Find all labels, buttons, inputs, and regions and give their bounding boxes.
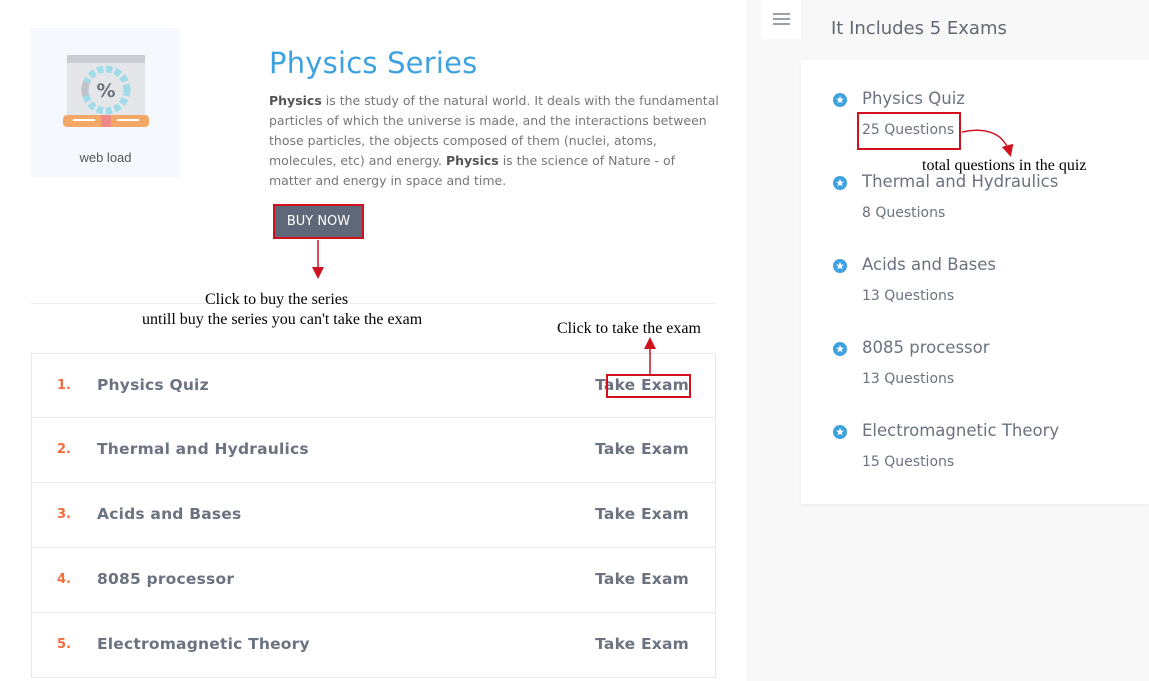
take-exam-link[interactable]: Take Exam [595,440,689,458]
star-circle-icon [833,93,847,107]
star-circle-icon [833,259,847,273]
annotation-buy-line-1: Click to buy the series [205,291,349,308]
include-item: Physics Quiz 25 Questions [801,60,1149,138]
section-divider [31,303,716,304]
exam-number: 5. [57,637,71,652]
annotation-take-exam: Click to take the exam [557,320,701,337]
exam-name: Electromagnetic Theory [97,635,310,653]
include-exam-name: Physics Quiz [862,89,965,108]
include-item: Acids and Bases 13 Questions [801,226,1149,304]
exam-number: 2. [57,442,71,457]
exam-number: 3. [57,507,71,522]
include-question-count: 25 Questions [862,122,955,138]
thumbnail-caption: web load [79,150,132,165]
percent-gauge-icon: % [63,55,149,127]
includes-title: It Includes 5 Exams [831,18,1007,39]
include-question-count: 8 Questions [862,205,946,221]
buy-now-button[interactable]: BUY NOW [275,206,362,237]
exam-name: Physics Quiz [97,376,209,394]
include-question-count: 15 Questions [862,454,955,470]
exam-row: 4. 8085 processor Take Exam [31,548,716,613]
include-exam-name: 8085 processor [862,338,990,357]
include-question-count: 13 Questions [862,288,955,304]
svg-text:%: % [96,80,115,102]
exam-name: Thermal and Hydraulics [97,440,309,458]
annotation-buy-line-2: untill buy the series you can't take the… [142,311,423,328]
series-thumbnail: % web load [31,28,180,177]
take-exam-link[interactable]: Take Exam [595,570,689,588]
include-exam-name: Electromagnetic Theory [862,421,1060,440]
exam-row: 2. Thermal and Hydraulics Take Exam [31,418,716,483]
hamburger-menu-icon[interactable] [761,0,801,39]
include-item: Electromagnetic Theory 15 Questions [801,392,1149,470]
series-title: Physics Series [269,46,478,80]
exam-row: 1. Physics Quiz Take Exam [31,353,716,418]
star-circle-icon [833,425,847,439]
take-exam-link[interactable]: Take Exam [595,505,689,523]
include-exam-name: Acids and Bases [862,255,997,274]
series-detail-panel: % web load Physics Series Physics is the… [0,0,746,681]
star-circle-icon [833,342,847,356]
take-exam-link[interactable]: Take Exam [595,635,689,653]
exam-number: 4. [57,572,71,587]
exam-row: 5. Electromagnetic Theory Take Exam [31,613,716,678]
exam-list: 1. Physics Quiz Take Exam 2. Thermal and… [31,353,716,678]
annotation-questions: total questions in the quiz [922,157,1087,174]
exam-name: 8085 processor [97,570,235,588]
desc-bold-2: Physics [445,153,499,168]
includes-card: Physics Quiz 25 Questions Thermal and Hy… [801,60,1149,504]
desc-bold-1: Physics [269,93,322,108]
include-question-count: 13 Questions [862,371,955,387]
exam-row: 3. Acids and Bases Take Exam [31,483,716,548]
include-item: 8085 processor 13 Questions [801,309,1149,387]
exam-number: 1. [57,378,71,393]
series-description: Physics is the study of the natural worl… [269,91,719,191]
take-exam-link[interactable]: Take Exam [595,376,689,394]
star-circle-icon [833,176,847,190]
exam-name: Acids and Bases [97,505,242,523]
